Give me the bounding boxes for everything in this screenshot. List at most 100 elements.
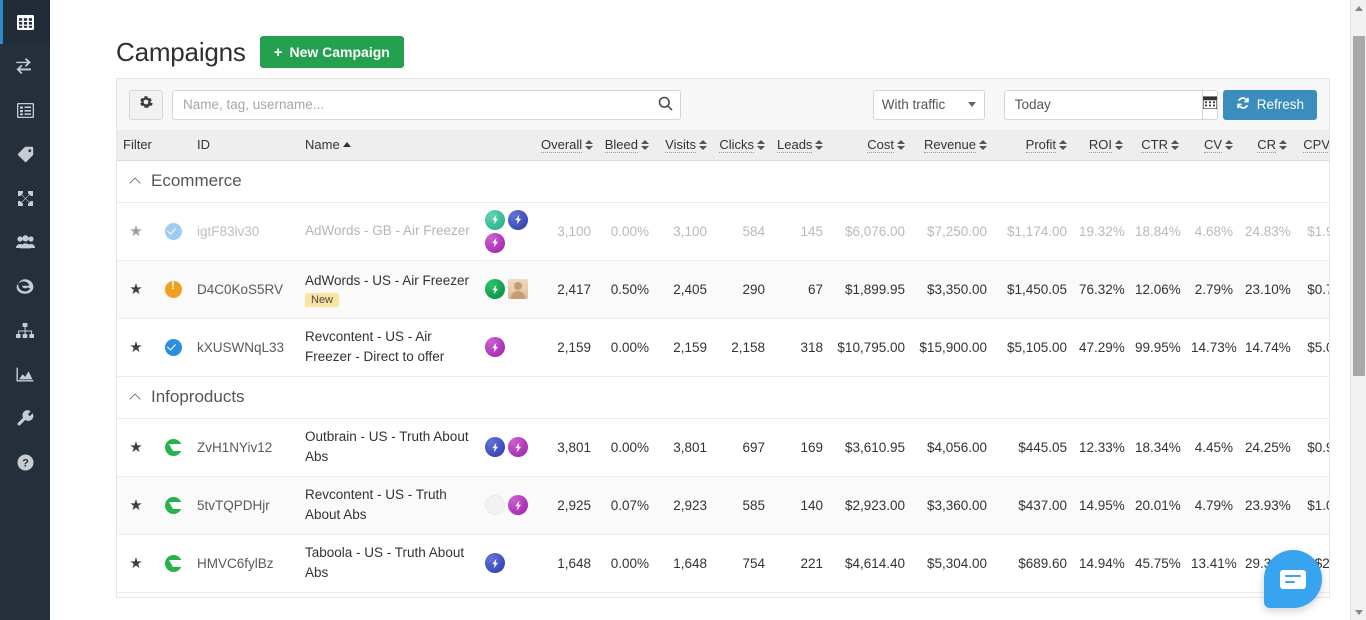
new-campaign-button[interactable]: + New Campaign bbox=[260, 36, 404, 68]
campaign-id-cell[interactable]: igtF83lv30 bbox=[191, 202, 299, 260]
bolt-purple-icon[interactable] bbox=[485, 233, 505, 253]
group-row[interactable]: Ecommerce bbox=[117, 160, 1330, 202]
chat-widget-button[interactable] bbox=[1264, 550, 1322, 608]
campaign-name-cell[interactable]: Outbrain - US - Truth About Abs bbox=[299, 418, 479, 476]
refresh-button[interactable]: Refresh bbox=[1223, 90, 1317, 120]
column-header-id[interactable]: ID bbox=[191, 130, 299, 160]
star-icon[interactable]: ★ bbox=[129, 439, 142, 456]
page-scrollbar[interactable] bbox=[1350, 0, 1366, 620]
table-row[interactable]: ★ ZvH1NYiv12Outbrain - US - Truth About A… bbox=[117, 418, 1330, 476]
sidebar-item-help[interactable]: ? bbox=[0, 440, 50, 484]
avatar-icon[interactable] bbox=[508, 279, 528, 299]
status-cell[interactable] bbox=[155, 202, 191, 260]
favorite-star-cell[interactable]: ★ bbox=[117, 534, 155, 592]
sidebar-item-funnels[interactable] bbox=[0, 308, 50, 352]
column-header-cpv[interactable]: CPV bbox=[1293, 130, 1330, 160]
campaign-name: Outbrain - US - Truth About Abs bbox=[305, 427, 473, 466]
table-row[interactable]: ★ D4C0KoS5RVAdWords - US - Air FreezerNew… bbox=[117, 260, 1330, 318]
sidebar-item-tools[interactable] bbox=[0, 396, 50, 440]
group-row[interactable]: Infoproducts bbox=[117, 376, 1330, 418]
campaign-name-cell[interactable]: Revcontent - US - Air Freezer - Direct t… bbox=[299, 318, 479, 376]
column-header-cr[interactable]: CR bbox=[1239, 130, 1293, 160]
campaign-id-cell[interactable]: 5tvTQPDHjr bbox=[191, 476, 299, 534]
settings-button[interactable] bbox=[129, 90, 163, 120]
column-header-cv[interactable]: CV bbox=[1185, 130, 1239, 160]
star-icon[interactable]: ★ bbox=[129, 555, 142, 572]
sidebar-item-offers[interactable] bbox=[0, 88, 50, 132]
check-status-icon[interactable] bbox=[165, 339, 182, 356]
traffic-filter-select[interactable]: With traffic bbox=[873, 90, 985, 120]
table-row[interactable]: ★ kXUSWNqL33Revcontent - US - Air Freezer… bbox=[117, 318, 1330, 376]
column-header-name[interactable]: Name bbox=[299, 130, 479, 160]
group-toggle[interactable]: Infoproducts bbox=[131, 387, 245, 407]
column-header-visits[interactable]: Visits bbox=[655, 130, 713, 160]
sidebar-item-lander-tags[interactable] bbox=[0, 132, 50, 176]
campaign-id-cell[interactable]: HMVC6fylBz bbox=[191, 534, 299, 592]
sidebar-item-traffic-sources[interactable] bbox=[0, 44, 50, 88]
campaign-id-cell[interactable]: ZvH1NYiv12 bbox=[191, 418, 299, 476]
date-range-input[interactable] bbox=[1004, 90, 1202, 120]
funnel-status-icon[interactable] bbox=[165, 439, 182, 456]
campaign-name-cell[interactable]: AdWords - GB - Air Freezer bbox=[299, 202, 479, 260]
star-icon[interactable]: ★ bbox=[129, 281, 142, 298]
favorite-star-cell[interactable]: ★ bbox=[117, 318, 155, 376]
column-header-overall[interactable]: Overall bbox=[535, 130, 597, 160]
column-header-profit[interactable]: Profit bbox=[993, 130, 1073, 160]
sidebar-item-flows[interactable] bbox=[0, 176, 50, 220]
bolt-blue-icon[interactable] bbox=[508, 210, 528, 230]
campaign-id-cell[interactable]: kXUSWNqL33 bbox=[191, 318, 299, 376]
funnel-status-icon[interactable] bbox=[165, 555, 182, 572]
favorite-star-cell[interactable]: ★ bbox=[117, 418, 155, 476]
bolt-teal-icon[interactable] bbox=[485, 210, 505, 230]
scroll-down-arrow[interactable] bbox=[1351, 604, 1366, 620]
star-icon[interactable]: ★ bbox=[129, 339, 142, 356]
sidebar-item-domains[interactable] bbox=[0, 264, 50, 308]
status-cell[interactable] bbox=[155, 418, 191, 476]
sidebar-item-reports[interactable] bbox=[0, 352, 50, 396]
calendar-button[interactable] bbox=[1202, 90, 1218, 120]
table-row[interactable]: ★igtF83lv30AdWords - GB - Air Freezer3,1… bbox=[117, 202, 1330, 260]
bolt-green-icon[interactable] bbox=[485, 279, 505, 299]
favorite-star-cell[interactable]: ★ bbox=[117, 202, 155, 260]
column-header-revenue[interactable]: Revenue bbox=[911, 130, 993, 160]
campaign-name-cell[interactable]: Revcontent - US - Truth About Abs bbox=[299, 476, 479, 534]
search-input[interactable] bbox=[172, 90, 681, 120]
column-header-bleed[interactable]: Bleed bbox=[597, 130, 655, 160]
check-status-icon[interactable] bbox=[165, 223, 182, 240]
scroll-up-arrow[interactable] bbox=[1351, 0, 1366, 16]
group-row[interactable]: Nutra bbox=[117, 592, 1330, 598]
campaign-id-cell[interactable]: D4C0KoS5RV bbox=[191, 260, 299, 318]
bolt-purple-icon[interactable] bbox=[508, 495, 528, 515]
placeholder-icon[interactable] bbox=[485, 495, 505, 515]
campaign-name-cell[interactable]: AdWords - US - Air FreezerNew bbox=[299, 260, 479, 318]
bolt-purple-icon[interactable] bbox=[508, 437, 528, 457]
search-icon[interactable] bbox=[658, 96, 673, 116]
column-header-clicks[interactable]: Clicks bbox=[713, 130, 771, 160]
cell-clicks: 585 bbox=[713, 476, 771, 534]
column-header-cost[interactable]: Cost bbox=[829, 130, 911, 160]
column-header-roi[interactable]: ROI bbox=[1073, 130, 1129, 160]
bolt-blue-icon[interactable] bbox=[485, 437, 505, 457]
status-cell[interactable] bbox=[155, 260, 191, 318]
bolt-blue-icon[interactable] bbox=[485, 553, 505, 573]
column-header-filter[interactable]: Filter bbox=[117, 130, 155, 160]
favorite-star-cell[interactable]: ★ bbox=[117, 476, 155, 534]
bolt-purple-icon[interactable] bbox=[485, 337, 505, 357]
star-icon[interactable]: ★ bbox=[129, 497, 142, 514]
table-row[interactable]: ★ HMVC6fylBzTaboola - US - Truth About Ab… bbox=[117, 534, 1330, 592]
star-icon[interactable]: ★ bbox=[129, 223, 142, 240]
column-header-ctr[interactable]: CTR bbox=[1129, 130, 1185, 160]
status-cell[interactable] bbox=[155, 476, 191, 534]
funnel-status-icon[interactable] bbox=[165, 497, 182, 514]
favorite-star-cell[interactable]: ★ bbox=[117, 260, 155, 318]
table-row[interactable]: ★ 5tvTQPDHjrRevcontent - US - Truth About… bbox=[117, 476, 1330, 534]
warn-status-icon[interactable] bbox=[165, 281, 182, 298]
sidebar-item-affiliate-networks[interactable] bbox=[0, 220, 50, 264]
group-toggle[interactable]: Ecommerce bbox=[131, 171, 242, 191]
status-cell[interactable] bbox=[155, 318, 191, 376]
column-header-leads[interactable]: Leads bbox=[771, 130, 829, 160]
sidebar-item-dashboard[interactable] bbox=[0, 0, 50, 44]
status-cell[interactable] bbox=[155, 534, 191, 592]
campaign-name-cell[interactable]: Taboola - US - Truth About Abs bbox=[299, 534, 479, 592]
scrollbar-thumb[interactable] bbox=[1353, 36, 1365, 376]
